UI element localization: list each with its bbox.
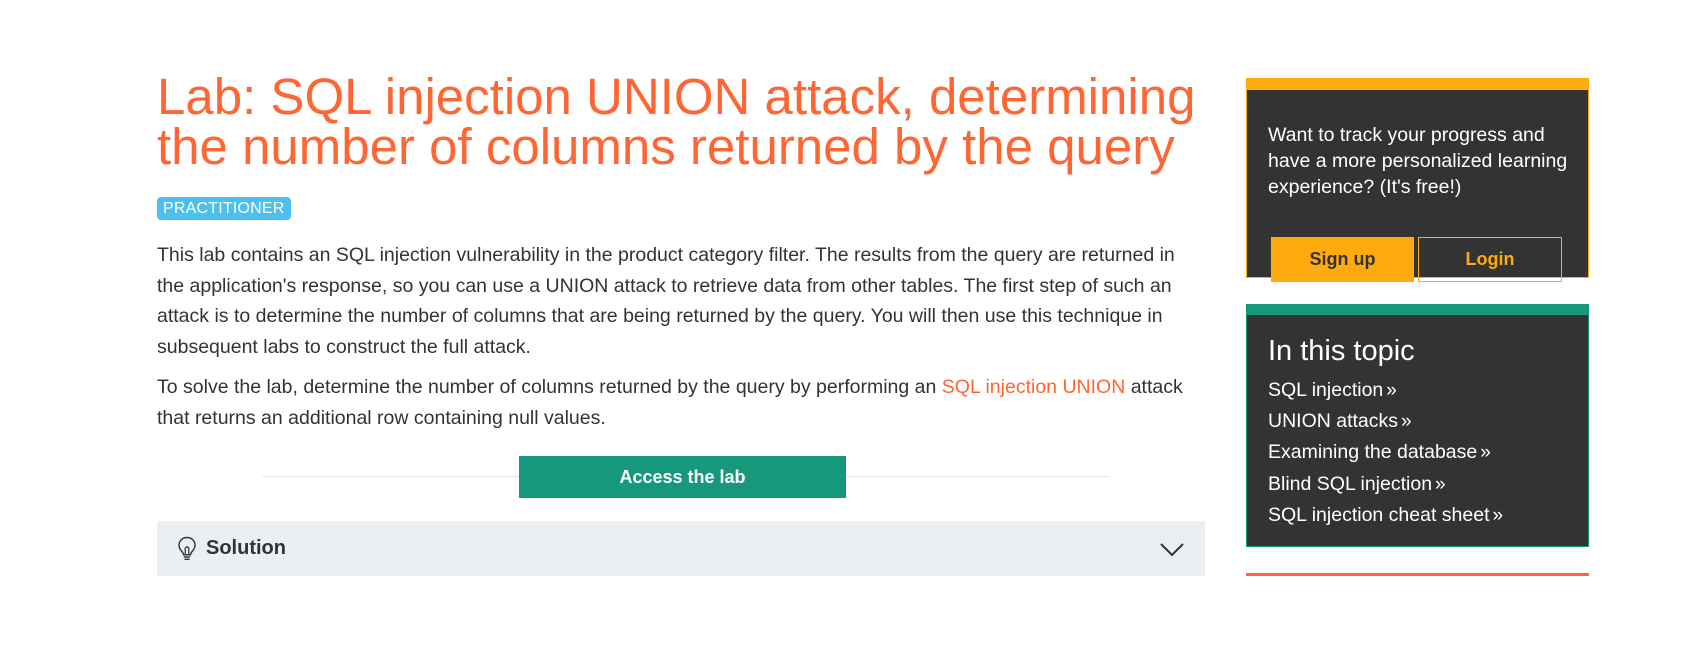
double-chevron-right-icon: » xyxy=(1435,473,1446,495)
topic-link-examining-database[interactable]: Examining the database» xyxy=(1268,437,1503,468)
topic-link-blind-sql-injection[interactable]: Blind SQL injection» xyxy=(1268,469,1503,500)
signup-prompt: Want to track your progress and have a m… xyxy=(1268,124,1568,198)
topic-link-label: Examining the database xyxy=(1268,441,1478,464)
double-chevron-right-icon: » xyxy=(1401,411,1412,433)
topic-link-label: UNION attacks xyxy=(1268,410,1399,433)
solution-accordion[interactable]: Solution xyxy=(157,521,1205,576)
topic-link-label: SQL injection xyxy=(1268,379,1384,401)
topic-list: SQL injection» UNION attacks» Examining … xyxy=(1268,375,1503,531)
task-prefix: To solve the lab, determine the number o… xyxy=(157,376,942,398)
sign-up-button[interactable]: Sign up xyxy=(1271,237,1414,282)
double-chevron-right-icon: » xyxy=(1386,380,1397,401)
topic-panel: In this topic SQL injection» UNION attac… xyxy=(1246,304,1589,547)
lab-task: To solve the lab, determine the number o… xyxy=(157,372,1205,433)
page: Lab: SQL injection UNION attack, determi… xyxy=(0,0,1705,658)
sidebar-divider xyxy=(1246,573,1589,576)
topic-link-union-attacks[interactable]: UNION attacks» xyxy=(1268,406,1503,437)
access-row: Access the lab xyxy=(157,456,1205,498)
sidebar: Want to track your progress and have a m… xyxy=(1246,78,1589,576)
main-content: Lab: SQL injection UNION attack, determi… xyxy=(157,68,1205,576)
double-chevron-right-icon: » xyxy=(1492,504,1504,526)
topic-link-cheat-sheet[interactable]: SQL injection cheat sheet» xyxy=(1268,500,1503,531)
lab-description: This lab contains an SQL injection vulne… xyxy=(157,244,1175,358)
login-button[interactable]: Login xyxy=(1418,237,1562,282)
level-badge: PRACTITIONER xyxy=(157,197,291,220)
topic-link-label: SQL injection cheat sheet xyxy=(1268,503,1490,526)
page-title: Lab: SQL injection UNION attack, determi… xyxy=(157,68,1196,175)
topic-link-sql-injection[interactable]: SQL injection» xyxy=(1268,375,1503,406)
double-chevron-right-icon: » xyxy=(1480,442,1491,464)
signup-panel: Want to track your progress and have a m… xyxy=(1246,78,1589,282)
topic-link-label: Blind SQL injection xyxy=(1268,472,1433,495)
access-lab-button[interactable]: Access the lab xyxy=(519,456,846,498)
solution-label: Solution xyxy=(206,537,286,559)
sql-injection-union-link[interactable]: SQL injection UNION xyxy=(942,376,1126,398)
topic-title: In this topic xyxy=(1268,335,1415,367)
lightbulb-icon xyxy=(178,536,196,560)
chevron-down-icon[interactable] xyxy=(1159,537,1185,561)
